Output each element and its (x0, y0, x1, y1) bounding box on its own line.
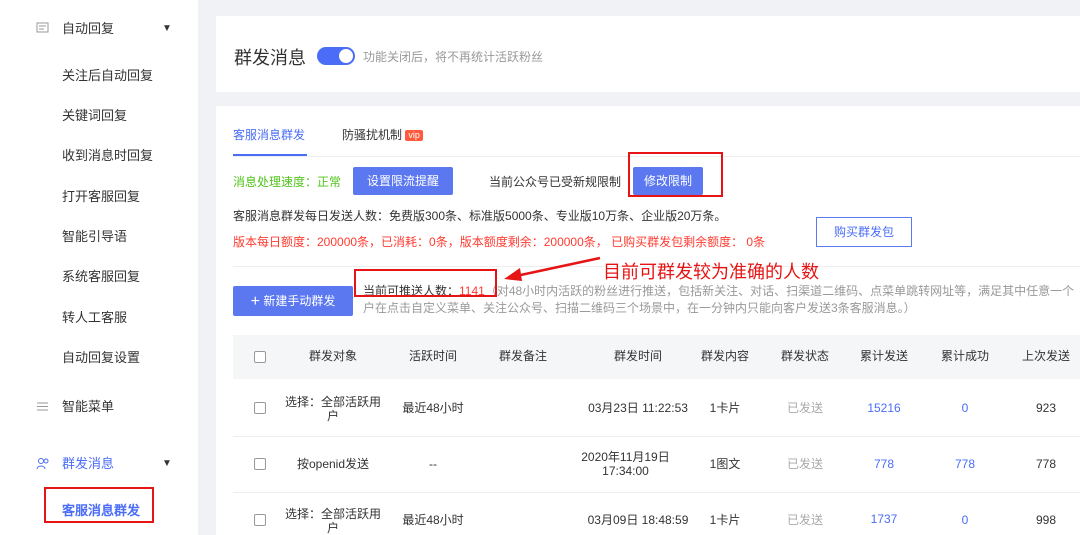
cell-last-sent: 998 (1035, 513, 1057, 527)
set-alert-button[interactable]: 设置限流提醒 (353, 167, 453, 195)
cell-target: 选择：全部活跃用户 (284, 395, 381, 423)
table-row[interactable]: 按openid发送 -- 2020年11月19日 17:34:00 1图文 已发… (233, 437, 1080, 493)
tab-label: 防骚扰机制 (342, 128, 403, 142)
cell-content: 1卡片 (709, 513, 741, 527)
cell-active: -- (429, 457, 437, 471)
highlight-box-modify (628, 152, 723, 197)
sidebar-group-label: 自动回复 (62, 21, 115, 36)
cell-active: 最近48小时 (402, 401, 464, 415)
message-icon (36, 22, 50, 36)
menu-icon (36, 400, 50, 414)
annotation-arrow-icon (504, 256, 601, 281)
sendable-desc-1: （对48小时内活跃的粉丝进行推送，包括新关注、对话、扫渠道二维码、点菜单跳转网址… (484, 284, 1075, 298)
caret-down-icon: ▼ (162, 23, 172, 34)
mass-message-toggle[interactable] (317, 47, 355, 65)
daily-limits-text: 客服消息群发每日发送人数：免费版300条、标准版5000条、专业版10万条、企业… (233, 209, 727, 223)
speed-status: 消息处理速度：正常 (233, 175, 342, 189)
sidebar-item-smart-menu[interactable]: 智能菜单 (0, 393, 198, 421)
cell-last-sent: 923 (1035, 401, 1057, 415)
th-content: 群发内容 (700, 349, 749, 363)
new-manual-mass-button[interactable]: + 新建手动群发 (233, 286, 353, 316)
plus-icon: + (250, 293, 260, 310)
cell-total-sent[interactable]: 15216 (849, 401, 919, 415)
header-card: 群发消息 功能关闭后，将不再统计活跃粉丝 (216, 16, 1080, 92)
cell-total-success[interactable]: 778 (930, 457, 1000, 471)
row-checkbox[interactable] (254, 402, 266, 414)
cell-time: 2020年11月19日 17:34:00 (581, 450, 670, 478)
cell-total-sent[interactable]: 1737 (849, 512, 919, 526)
restriction-text: 当前公众号已受新规限制 (489, 175, 622, 189)
cell-status: 已发送 (786, 513, 823, 527)
vip-badge: vip (405, 130, 423, 141)
row-checkbox[interactable] (254, 514, 266, 526)
select-all-checkbox[interactable] (254, 351, 266, 363)
cell-status: 已发送 (786, 457, 823, 471)
table-row[interactable]: 选择：全部活跃用户 最近48小时 03月23日 11:22:53 1卡片 已发送… (233, 380, 1080, 437)
buy-package-button[interactable]: 购买群发包 (816, 217, 912, 247)
highlight-box-count (354, 269, 497, 297)
th-target: 群发对象 (308, 349, 357, 363)
sendable-desc-2: 户在点击自定义菜单、关注公众号、扫描二维码三个场景中，在一分钟内只能向客户发送3… (363, 301, 916, 315)
sidebar-group-label: 群发消息 (62, 456, 115, 471)
quota-text: 版本每日额度：200000条，已消耗：0条，版本额度剩余：200000条， 已购… (233, 235, 766, 249)
th-time: 群发时间 (613, 349, 662, 363)
table-header: 群发对象 活跃时间 群发备注 群发时间 群发内容 群发状态 累计发送 累计成功 … (233, 335, 1080, 379)
th-total-sent: 累计发送 (859, 349, 908, 363)
cell-total-success[interactable]: 0 (930, 513, 1000, 527)
sidebar-group-mass-message[interactable]: 群发消息 ▼ (0, 450, 198, 478)
th-note: 群发备注 (498, 349, 547, 363)
row-checkbox[interactable] (254, 458, 266, 470)
sidebar-group-auto-reply[interactable]: 自动回复 ▼ (0, 15, 198, 43)
th-total-success: 累计成功 (940, 349, 989, 363)
cell-total-sent[interactable]: 778 (849, 457, 919, 471)
cell-content: 1图文 (709, 457, 741, 471)
page-title: 群发消息 (234, 48, 306, 68)
th-status: 群发状态 (780, 349, 829, 363)
toggle-hint: 功能关闭后，将不再统计活跃粉丝 (363, 50, 544, 64)
table-row[interactable]: 选择：全部活跃用户 最近48小时 03月09日 18:48:59 1卡片 已发送… (233, 493, 1080, 535)
cell-status: 已发送 (786, 401, 823, 415)
cell-total-success[interactable]: 0 (930, 401, 1000, 415)
caret-down-icon: ▼ (162, 458, 172, 469)
annotation-text: 目前可群发较为准确的人数 (603, 262, 819, 282)
cell-time: 03月09日 18:48:59 (587, 513, 689, 527)
tab-service-mass[interactable]: 客服消息群发 (233, 126, 305, 143)
th-last-sent: 上次发送 (1021, 349, 1070, 363)
cell-target: 选择：全部活跃用户 (284, 507, 381, 535)
highlight-box-sidebar (44, 487, 154, 523)
cell-target: 按openid发送 (296, 457, 370, 471)
cell-active: 最近48小时 (402, 513, 464, 527)
sidebar: 自动回复 ▼ 关注后自动回复 关键词回复 收到消息时回复 打开客服回复 智能引导… (0, 0, 262, 535)
users-icon (36, 457, 50, 471)
new-button-label: 新建手动群发 (263, 294, 336, 308)
cell-content: 1卡片 (709, 401, 741, 415)
sidebar-menu-label: 智能菜单 (62, 399, 115, 414)
tab-anti-harassment[interactable]: 防骚扰机制 vip (342, 126, 423, 143)
cell-last-sent: 778 (1035, 457, 1057, 471)
cell-time: 03月23日 11:22:53 (588, 401, 688, 415)
th-active-time: 活跃时间 (408, 349, 457, 363)
